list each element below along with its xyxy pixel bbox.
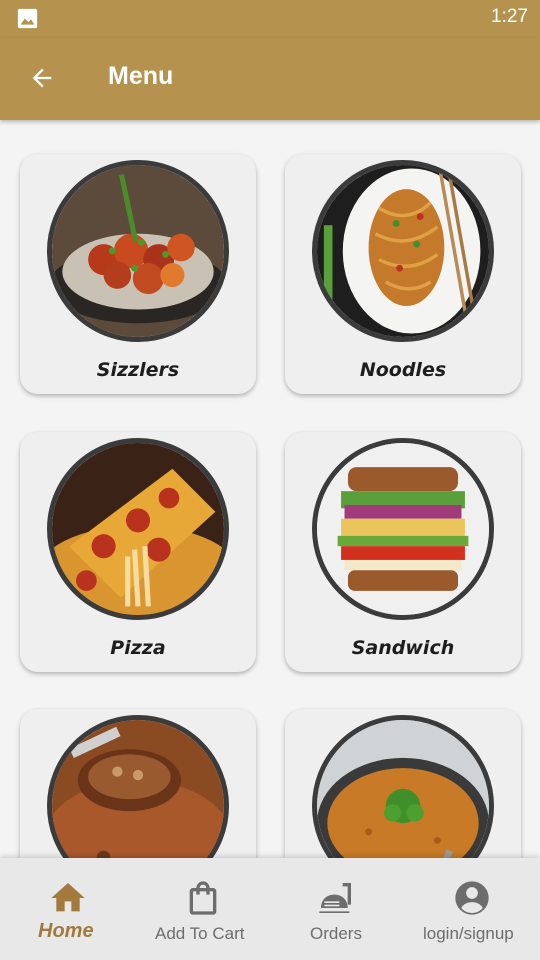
app-bar: Menu <box>0 38 540 120</box>
bottom-navigation: Home Add To Cart Orders login/signup <box>0 858 540 960</box>
menu-grid[interactable]: Sizzlers Noodles Pizza Sandwich <box>0 120 540 858</box>
dal-image <box>312 715 494 858</box>
nav-add-to-cart[interactable]: Add To Cart <box>135 858 270 960</box>
sandwich-image <box>312 438 494 620</box>
sizzlers-image <box>47 160 229 342</box>
nav-label: login/signup <box>423 924 514 943</box>
clock: 1:27 <box>491 6 528 27</box>
menu-card-noodles[interactable]: Noodles <box>285 154 521 394</box>
menu-card-sizzlers[interactable]: Sizzlers <box>20 154 256 394</box>
home-icon <box>51 883 85 912</box>
menu-card-sandwich[interactable]: Sandwich <box>285 432 521 672</box>
arrow-left-icon[interactable] <box>28 64 56 92</box>
nav-login-signup[interactable]: login/signup <box>405 858 540 960</box>
menu-card-dal[interactable] <box>285 709 521 858</box>
food-cloche-icon <box>319 883 351 913</box>
shopping-bag-icon <box>189 881 217 915</box>
menu-card-label: Sizzlers <box>96 359 180 381</box>
nav-label: Add To Cart <box>155 924 245 943</box>
menu-card-label: Noodles <box>359 359 447 381</box>
nav-label: Home <box>38 920 94 942</box>
menu-card-pizza[interactable]: Pizza <box>20 432 256 672</box>
menu-card-soup[interactable] <box>20 709 256 858</box>
nav-home[interactable]: Home <box>0 858 135 960</box>
nav-label: Orders <box>310 924 362 943</box>
image-icon <box>17 8 38 29</box>
nav-orders[interactable]: Orders <box>270 858 405 960</box>
menu-card-label: Pizza <box>110 637 166 659</box>
soup-image <box>47 715 229 858</box>
noodles-image <box>312 160 494 342</box>
pizza-image <box>47 438 229 620</box>
status-bar: 1:27 <box>0 0 540 38</box>
menu-card-label: Sandwich <box>351 637 455 659</box>
page-title: Menu <box>108 62 174 90</box>
account-circle-icon <box>455 881 489 915</box>
